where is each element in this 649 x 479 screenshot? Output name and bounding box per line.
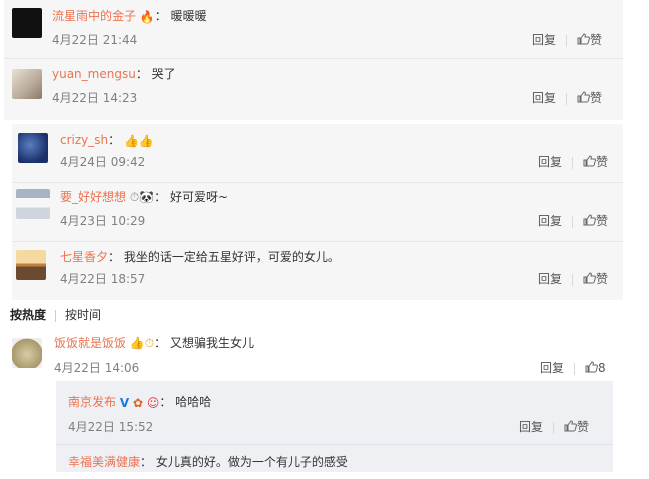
reply-text-line: 幸福美满健康： 女儿真的好。做为一个有儿子的感受 [68, 455, 348, 469]
reply-button[interactable]: 回复 [540, 361, 564, 375]
divider [572, 156, 574, 169]
reply-button[interactable]: 回复 [532, 33, 556, 47]
username-link[interactable]: yuan_mengsu [52, 67, 136, 81]
thumbs-up-icon[interactable] [577, 91, 590, 106]
comment-text-line: 要_好好想想 ⏱🐼： 好可爱呀~ [60, 190, 229, 204]
timestamp: 4月24日 09:42 [60, 155, 146, 169]
comment-panel-top: 流星雨中的金子 🔥： 暖暖暖 4月22日 21:44 回复赞 yuan_meng… [4, 0, 623, 120]
comment-item: 七星香夕： 我坐的话一定给五星好评，可爱的女儿。 4月22日 18:57 回复 赞 [12, 242, 623, 300]
username-link[interactable]: crizy_sh [60, 133, 108, 147]
comment-actions: 回复 赞 [538, 212, 608, 229]
comment-actions: 回复 8 [540, 359, 606, 376]
comment-item: crizy_sh： 👍👍 4月24日 09:42 回复 赞 [12, 124, 623, 182]
reply-body: 哈哈哈 [175, 395, 212, 409]
like-button[interactable]: 赞 [577, 420, 589, 434]
divider [572, 215, 574, 228]
reply-body: 女儿真的好。做为一个有儿子的感受 [155, 455, 348, 469]
sort-by-time-tab[interactable]: 按时间 [65, 308, 101, 322]
timestamp: 4月22日 18:57 [60, 272, 146, 286]
timestamp: 4月23日 10:29 [60, 214, 146, 228]
avatar[interactable] [12, 8, 42, 38]
thumbs-up-icon[interactable] [585, 361, 598, 376]
badge-icon: ✿ [132, 395, 144, 410]
like-count[interactable]: 8 [598, 361, 606, 375]
divider [574, 362, 576, 375]
divider [566, 34, 568, 47]
like-button[interactable]: 赞 [596, 214, 608, 228]
sort-by-hot-tab[interactable]: 按热度 [10, 308, 46, 322]
thumbs-up-icon[interactable] [564, 420, 577, 435]
reply-actions: 回复 赞 [519, 418, 589, 435]
like-button[interactable]: 赞 [590, 33, 602, 47]
comment-panel-middle: crizy_sh： 👍👍 4月24日 09:42 回复赞 要_好好想想 ⏱🐼： … [12, 124, 623, 300]
reply-button[interactable]: 回复 [538, 214, 562, 228]
comment-item: 流星雨中的金子 🔥： 暖暖暖 4月22日 21:44 回复 赞 [4, 0, 623, 58]
thumbs-up-emoji-icon: 👍👍 [123, 133, 154, 148]
avatar[interactable] [16, 189, 50, 219]
username-link[interactable]: 幸福美满健康 [68, 455, 140, 469]
comment-body: 我坐的话一定给五星好评，可爱的女儿。 [123, 250, 340, 264]
timestamp: 4月22日 21:44 [52, 33, 138, 47]
timestamp: 4月22日 14:23 [52, 91, 138, 105]
like-button[interactable]: 赞 [596, 272, 608, 286]
emoji-icon: 👍⏱ [129, 336, 155, 350]
emoji-icon: ☺ [146, 395, 160, 410]
comment-actions: 回复 赞 [532, 89, 602, 106]
divider [56, 444, 613, 445]
thumbs-up-icon[interactable] [577, 33, 590, 48]
like-button[interactable]: 赞 [590, 91, 602, 105]
comment-actions: 回复 赞 [532, 31, 602, 48]
comment-body: 暖暖暖 [170, 9, 207, 23]
avatar[interactable] [18, 133, 48, 163]
timestamp: 4月22日 14:06 [54, 361, 140, 375]
username-link[interactable]: 南京发布 [68, 395, 116, 409]
timestamp: 4月22日 15:52 [68, 420, 154, 434]
username-link[interactable]: 饭饭就是饭饭 [54, 336, 126, 350]
comment-text-line: yuan_mengsu： 哭了 [52, 67, 176, 81]
divider [553, 421, 555, 434]
comment-text-line: 流星雨中的金子 🔥： 暖暖暖 [52, 9, 207, 24]
comment-body: 哭了 [151, 67, 176, 81]
divider [566, 92, 568, 105]
comment-item: 要_好好想想 ⏱🐼： 好可爱呀~ 4月23日 10:29 回复 赞 [12, 183, 623, 241]
comment-text-line: 饭饭就是饭饭 👍⏱： 又想骗我生女儿 [54, 336, 255, 350]
username-link[interactable]: 流星雨中的金子 [52, 9, 136, 23]
thumbs-up-icon[interactable] [583, 214, 596, 229]
comment-text-line: 七星香夕： 我坐的话一定给五星好评，可爱的女儿。 [60, 250, 340, 264]
thumbs-up-icon[interactable] [583, 155, 596, 170]
emoji-icon: ⏱🐼 [129, 190, 155, 204]
verified-v-icon: V [119, 395, 130, 410]
flame-emoji-icon: 🔥 [139, 9, 155, 24]
username-link[interactable]: 七星香夕 [60, 250, 108, 264]
comment-body: 又想骗我生女儿 [170, 336, 255, 350]
divider [572, 273, 574, 286]
reply-button[interactable]: 回复 [538, 272, 562, 286]
comment-body: 好可爱呀~ [170, 190, 229, 204]
avatar[interactable] [12, 69, 42, 99]
avatar[interactable] [12, 338, 42, 368]
thumbs-up-icon[interactable] [583, 272, 596, 287]
comment-item: yuan_mengsu： 哭了 4月22日 14:23 回复 赞 [4, 59, 623, 119]
reply-button[interactable]: 回复 [538, 155, 562, 169]
divider [55, 309, 57, 322]
comment-text-line: crizy_sh： 👍👍 [60, 133, 154, 148]
comment-actions: 回复 赞 [538, 270, 608, 287]
reply-button[interactable]: 回复 [519, 420, 543, 434]
avatar[interactable] [16, 250, 46, 280]
comment-actions: 回复 赞 [538, 153, 608, 170]
username-link[interactable]: 要_好好想想 [60, 190, 126, 204]
like-button[interactable]: 赞 [596, 155, 608, 169]
reply-button[interactable]: 回复 [532, 91, 556, 105]
sort-bar: 按热度 按时间 [10, 306, 101, 323]
reply-thread: 南京发布 V ✿ ☺： 哈哈哈 4月22日 15:52 回复 赞 幸福美满健康： … [56, 381, 613, 472]
reply-text-line: 南京发布 V ✿ ☺： 哈哈哈 [68, 395, 212, 410]
